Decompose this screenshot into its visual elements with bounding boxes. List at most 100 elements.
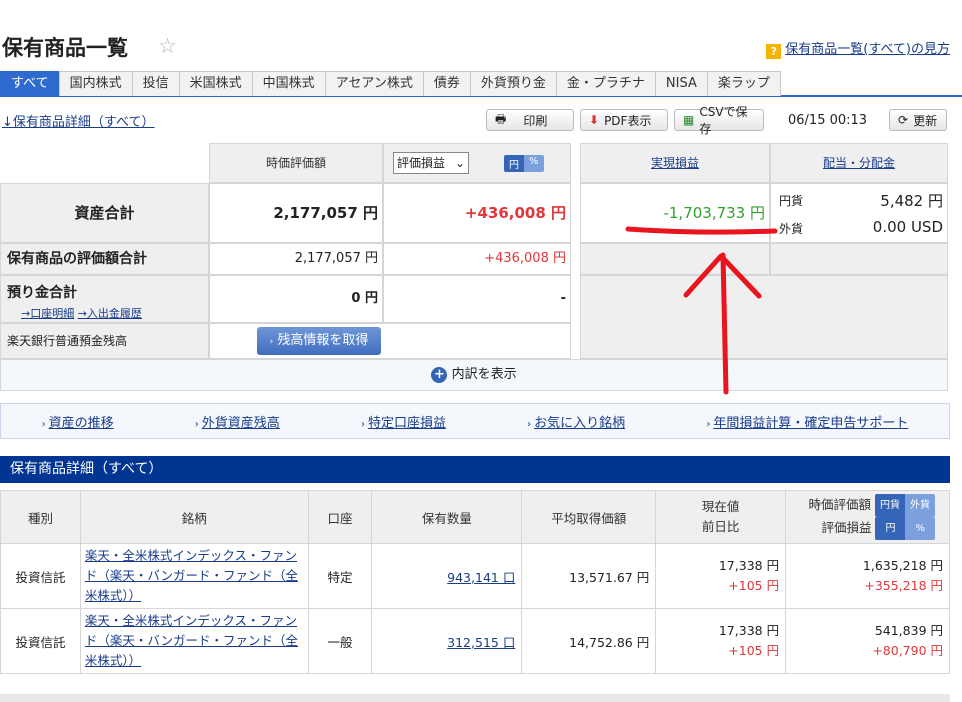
deposit-value: 0 円 [209,275,383,323]
div-fx-label: 外貨 [779,222,804,236]
tab-funds[interactable]: 投信 [131,71,180,96]
fund-name-link[interactable]: 楽天・全米株式インデックス・ファンド（楽天・バンガード・ファンド（全米株式）） [85,548,298,603]
breakdown-label: 内訳を表示 [451,367,517,382]
holdings-value: 2,177,057 円 [209,243,383,275]
toggle-fx[interactable]: 外貨 [905,494,935,517]
toggle-pl-pct[interactable]: % [905,517,935,540]
row-name-cell: 楽天・全米株式インデックス・ファンド（楽天・バンガード・ファンド（全米株式）） [79,543,309,609]
row-price-cell: 17,338 円 +105 円 [655,543,787,609]
tab-us-stock[interactable]: 米国株式 [178,71,253,96]
toggle-pl-yen[interactable]: 円 [875,517,906,540]
qty-link[interactable]: 943,141 口 [447,570,515,585]
deposit-links: →口座明細 →入出金履歴 [21,305,142,321]
shortcut-links: › 資産の推移 › 外貨資産残高 › 特定口座損益 › お気に入り銘柄 › 年間損益計算・… [0,403,950,439]
holdings-empty-2 [770,243,948,275]
get-balance-button[interactable]: › 残高情報を取得 [257,327,381,355]
right-empty-block [580,275,948,359]
tab-bonds[interactable]: 債券 [422,71,471,96]
th-change-label: 前日比 [701,519,740,534]
shortcut-tax-support-link[interactable]: 年間損益計算・確定申告サポート [713,416,908,431]
breakdown-toggle[interactable]: + 内訳を表示 [0,359,948,391]
tab-asean-stock[interactable]: アセアン株式 [324,71,424,96]
shortcut-favorites-link[interactable]: お気に入り銘柄 [534,416,625,431]
product-tabs: すべて 国内株式 投信 米国株式 中国株式 アセアン株式 債券 外貨預り金 金・… [0,71,962,97]
th-mv-label: 時価評価額 [808,497,872,512]
row-mv-cell: 1,635,218 円 +355,218 円 [785,543,950,609]
toggle-jpy[interactable]: 円貨 [875,494,905,517]
print-button[interactable]: 🖶 印刷 [486,109,574,131]
account-detail-link[interactable]: →口座明細 [21,307,74,320]
tab-rakuwrap[interactable]: 楽ラップ [706,71,781,96]
shortcut-tokutei-link[interactable]: 特定口座損益 [368,416,446,431]
th-account: 口座 [307,490,373,544]
ccy-toggle[interactable]: 円貨 外貨 [875,494,935,517]
th-pl-label: 評価損益 [821,520,872,535]
toggle-pct[interactable]: % [524,155,544,172]
deposit-history-link[interactable]: →入出金履歴 [78,307,142,320]
th-price: 現在値 前日比 [655,490,787,544]
shortcut-tax-support[interactable]: › 年間損益計算・確定申告サポート [706,412,908,431]
row-pl: +80,790 円 [872,643,943,658]
refresh-button-label: 更新 [913,113,938,128]
th-avg: 平均取得価額 [521,490,657,544]
pdf-button[interactable]: ⬇ PDF表示 [580,109,668,131]
tab-all[interactable]: すべて [0,71,60,96]
toggle-yen[interactable]: 円 [504,155,524,172]
row-account: 一般 [307,608,373,674]
tab-gold-platinum[interactable]: 金・プラチナ [555,71,656,96]
div-fx-value: 0.00 USD [872,218,943,236]
chevron-down-icon: ⌄ [454,156,465,170]
th-qty: 保有数量 [371,490,523,544]
tab-fx-deposit[interactable]: 外貨預り金 [469,71,557,96]
tab-china-stock[interactable]: 中国株式 [251,71,326,96]
qty-link[interactable]: 312,515 口 [447,635,515,650]
shortcut-asset-history[interactable]: › 資産の推移 [42,412,114,431]
shortcut-asset-history-link[interactable]: 資産の推移 [49,416,114,431]
dividend-link[interactable]: 配当・分配金 [823,156,895,170]
chevron-right-icon: › [269,337,274,347]
div-yen-value: 5,482 円 [880,192,943,210]
printer-icon: 🖶 [495,111,507,126]
toolbar: 🖶 印刷 ⬇ PDF表示 ▦ CSVで保存 [486,105,764,136]
tab-domestic-stock[interactable]: 国内株式 [58,71,133,96]
timestamp: 06/15 00:13 [788,113,868,128]
th-mv-line: 時価評価額 円貨 外貨 [786,494,935,517]
csv-button[interactable]: ▦ CSVで保存 [674,105,764,136]
get-balance-label: 残高情報を取得 [277,333,369,348]
holdings-empty-1 [580,243,770,275]
fund-name-link[interactable]: 楽天・全米株式インデックス・ファンド（楽天・バンガード・ファンド（全米株式）） [85,613,298,668]
detail-anchor-link[interactable]: ↓保有商品詳細（すべて） [2,111,154,130]
th-pl-line: 評価損益 円% [786,517,935,540]
yen-pct-toggle[interactable]: 円% [504,155,544,172]
chevron-right-icon: › [706,418,711,430]
pl-toggle[interactable]: 円% [875,517,935,540]
eval-select[interactable]: 評価損益 ⌄ [393,152,469,174]
holdings-table: 種別 銘柄 口座 保有数量 平均取得価額 現在値 前日比 時価評価額 円貨 外貨 … [0,490,950,674]
table-row: 投資信託 楽天・全米株式インデックス・ファンド（楽天・バンガード・ファンド（全米… [0,608,950,674]
row-account: 特定 [307,543,373,609]
shortcut-favorites[interactable]: › お気に入り銘柄 [527,412,625,431]
summary-corner [0,143,209,183]
star-icon[interactable]: ☆ [158,34,177,58]
deposit-cell: 預り金合計 →口座明細 →入出金履歴 [0,275,209,323]
refresh-button[interactable]: ⟳ 更新 [889,109,947,131]
row-qty-cell: 312,515 口 [371,608,523,674]
holdings-section-title: 保有商品詳細（すべて） [0,456,950,483]
table-row: 投資信託 楽天・全米株式インデックス・ファンド（楽天・バンガード・ファンド（全米… [0,543,950,609]
row-avg: 13,571.67 円 [521,543,657,609]
shortcut-fx-assets[interactable]: › 外貨資産残高 [195,412,280,431]
eval-select-value: 評価損益 [397,156,446,170]
chevron-right-icon: › [41,418,46,430]
tab-nisa[interactable]: NISA [654,71,708,96]
realized-link[interactable]: 実現損益 [651,156,699,170]
shortcut-tokutei[interactable]: › 特定口座損益 [361,412,446,431]
pdf-icon: ⬇ [589,113,600,127]
page-title: 保有商品一覧 [2,36,128,60]
deposit-label: 預り金合計 [7,285,77,301]
col-dividend: 配当・分配金 [770,143,948,183]
shortcut-fx-assets-link[interactable]: 外貨資産残高 [202,416,280,431]
th-type: 種別 [0,490,81,544]
help-link-text[interactable]: 保有商品一覧(すべて)の見方 [785,42,950,57]
refresh-icon: ⟳ [898,113,909,127]
help-link[interactable]: ? 保有商品一覧(すべて)の見方 [766,38,950,59]
